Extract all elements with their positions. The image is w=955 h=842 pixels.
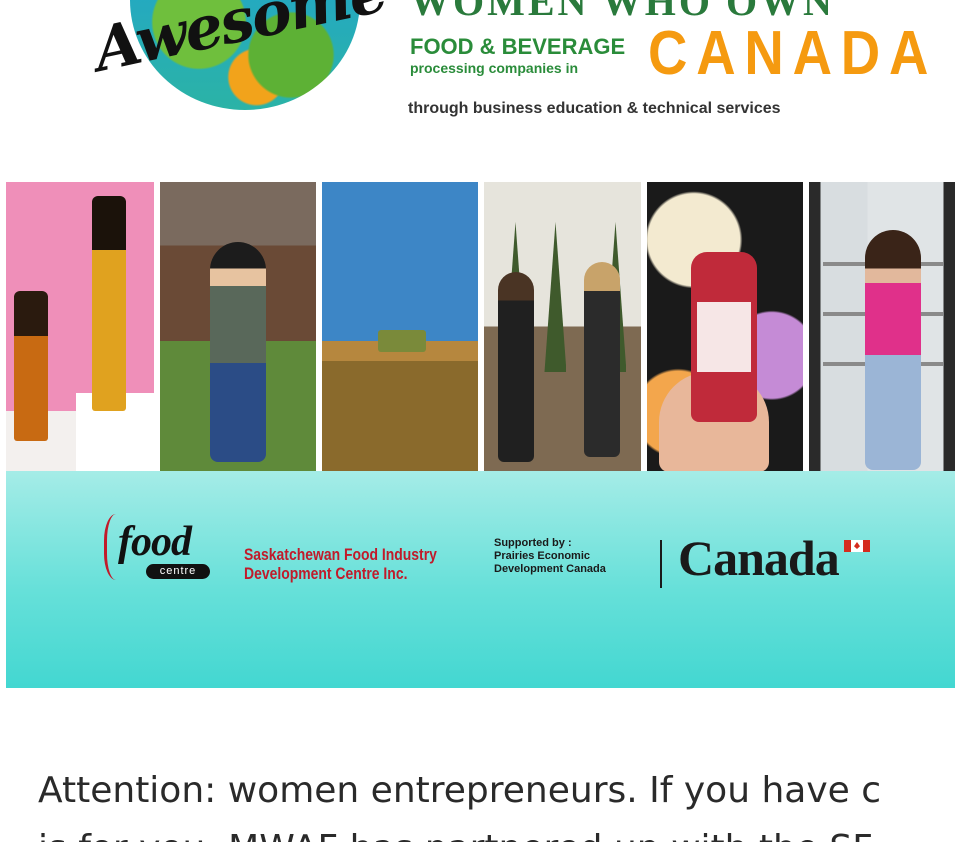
sfidc-line1: Saskatchewan Food Industry	[244, 545, 437, 564]
food-centre-logo: food centre	[104, 514, 224, 584]
supporter-line1: Prairies Economic	[494, 550, 590, 562]
banner-divider	[660, 540, 662, 588]
photo-sauce-bottles	[6, 182, 154, 471]
canada-wordmark: Canada	[678, 530, 840, 586]
article-line-2: is for you. MWAF has partnered up with t…	[38, 820, 955, 842]
centre-badge: centre	[146, 564, 210, 579]
article-line-1: Attention: women entrepreneurs. If you h…	[38, 770, 882, 811]
photo-juice-bottle-hand	[646, 182, 804, 471]
sponsor-banner: food centre Saskatchewan Food Industry D…	[6, 471, 955, 688]
sfidc-name: Saskatchewan Food Industry Development C…	[244, 545, 437, 583]
photo-harvest-field	[322, 182, 479, 471]
photo-strip	[6, 182, 955, 471]
supported-by-block: Supported by : Prairies Economic Develop…	[494, 537, 606, 576]
processing-companies-text: processing companies in	[410, 60, 579, 76]
photo-woman-store-fridge	[809, 182, 955, 471]
supported-by-label: Supported by :	[494, 537, 572, 549]
supporter-line2: Development Canada	[494, 563, 606, 575]
food-beverage-heading: FOOD & BEVERAGE	[410, 34, 626, 59]
canada-flag-icon	[844, 540, 870, 552]
food-logo-text: food	[118, 519, 192, 565]
article-body: Attention: women entrepreneurs. If you h…	[38, 762, 955, 842]
photo-woman-farm-tray	[159, 182, 316, 471]
canada-heading: CANADA	[648, 19, 938, 88]
tagline: through business education & technical s…	[408, 100, 781, 117]
photo-two-women-ranch	[484, 182, 641, 471]
header-logo-area: Awesome WOMEN WHO OWN FOOD & BEVERAGE pr…	[0, 0, 955, 180]
sfidc-line2: Development Centre Inc.	[244, 564, 408, 583]
